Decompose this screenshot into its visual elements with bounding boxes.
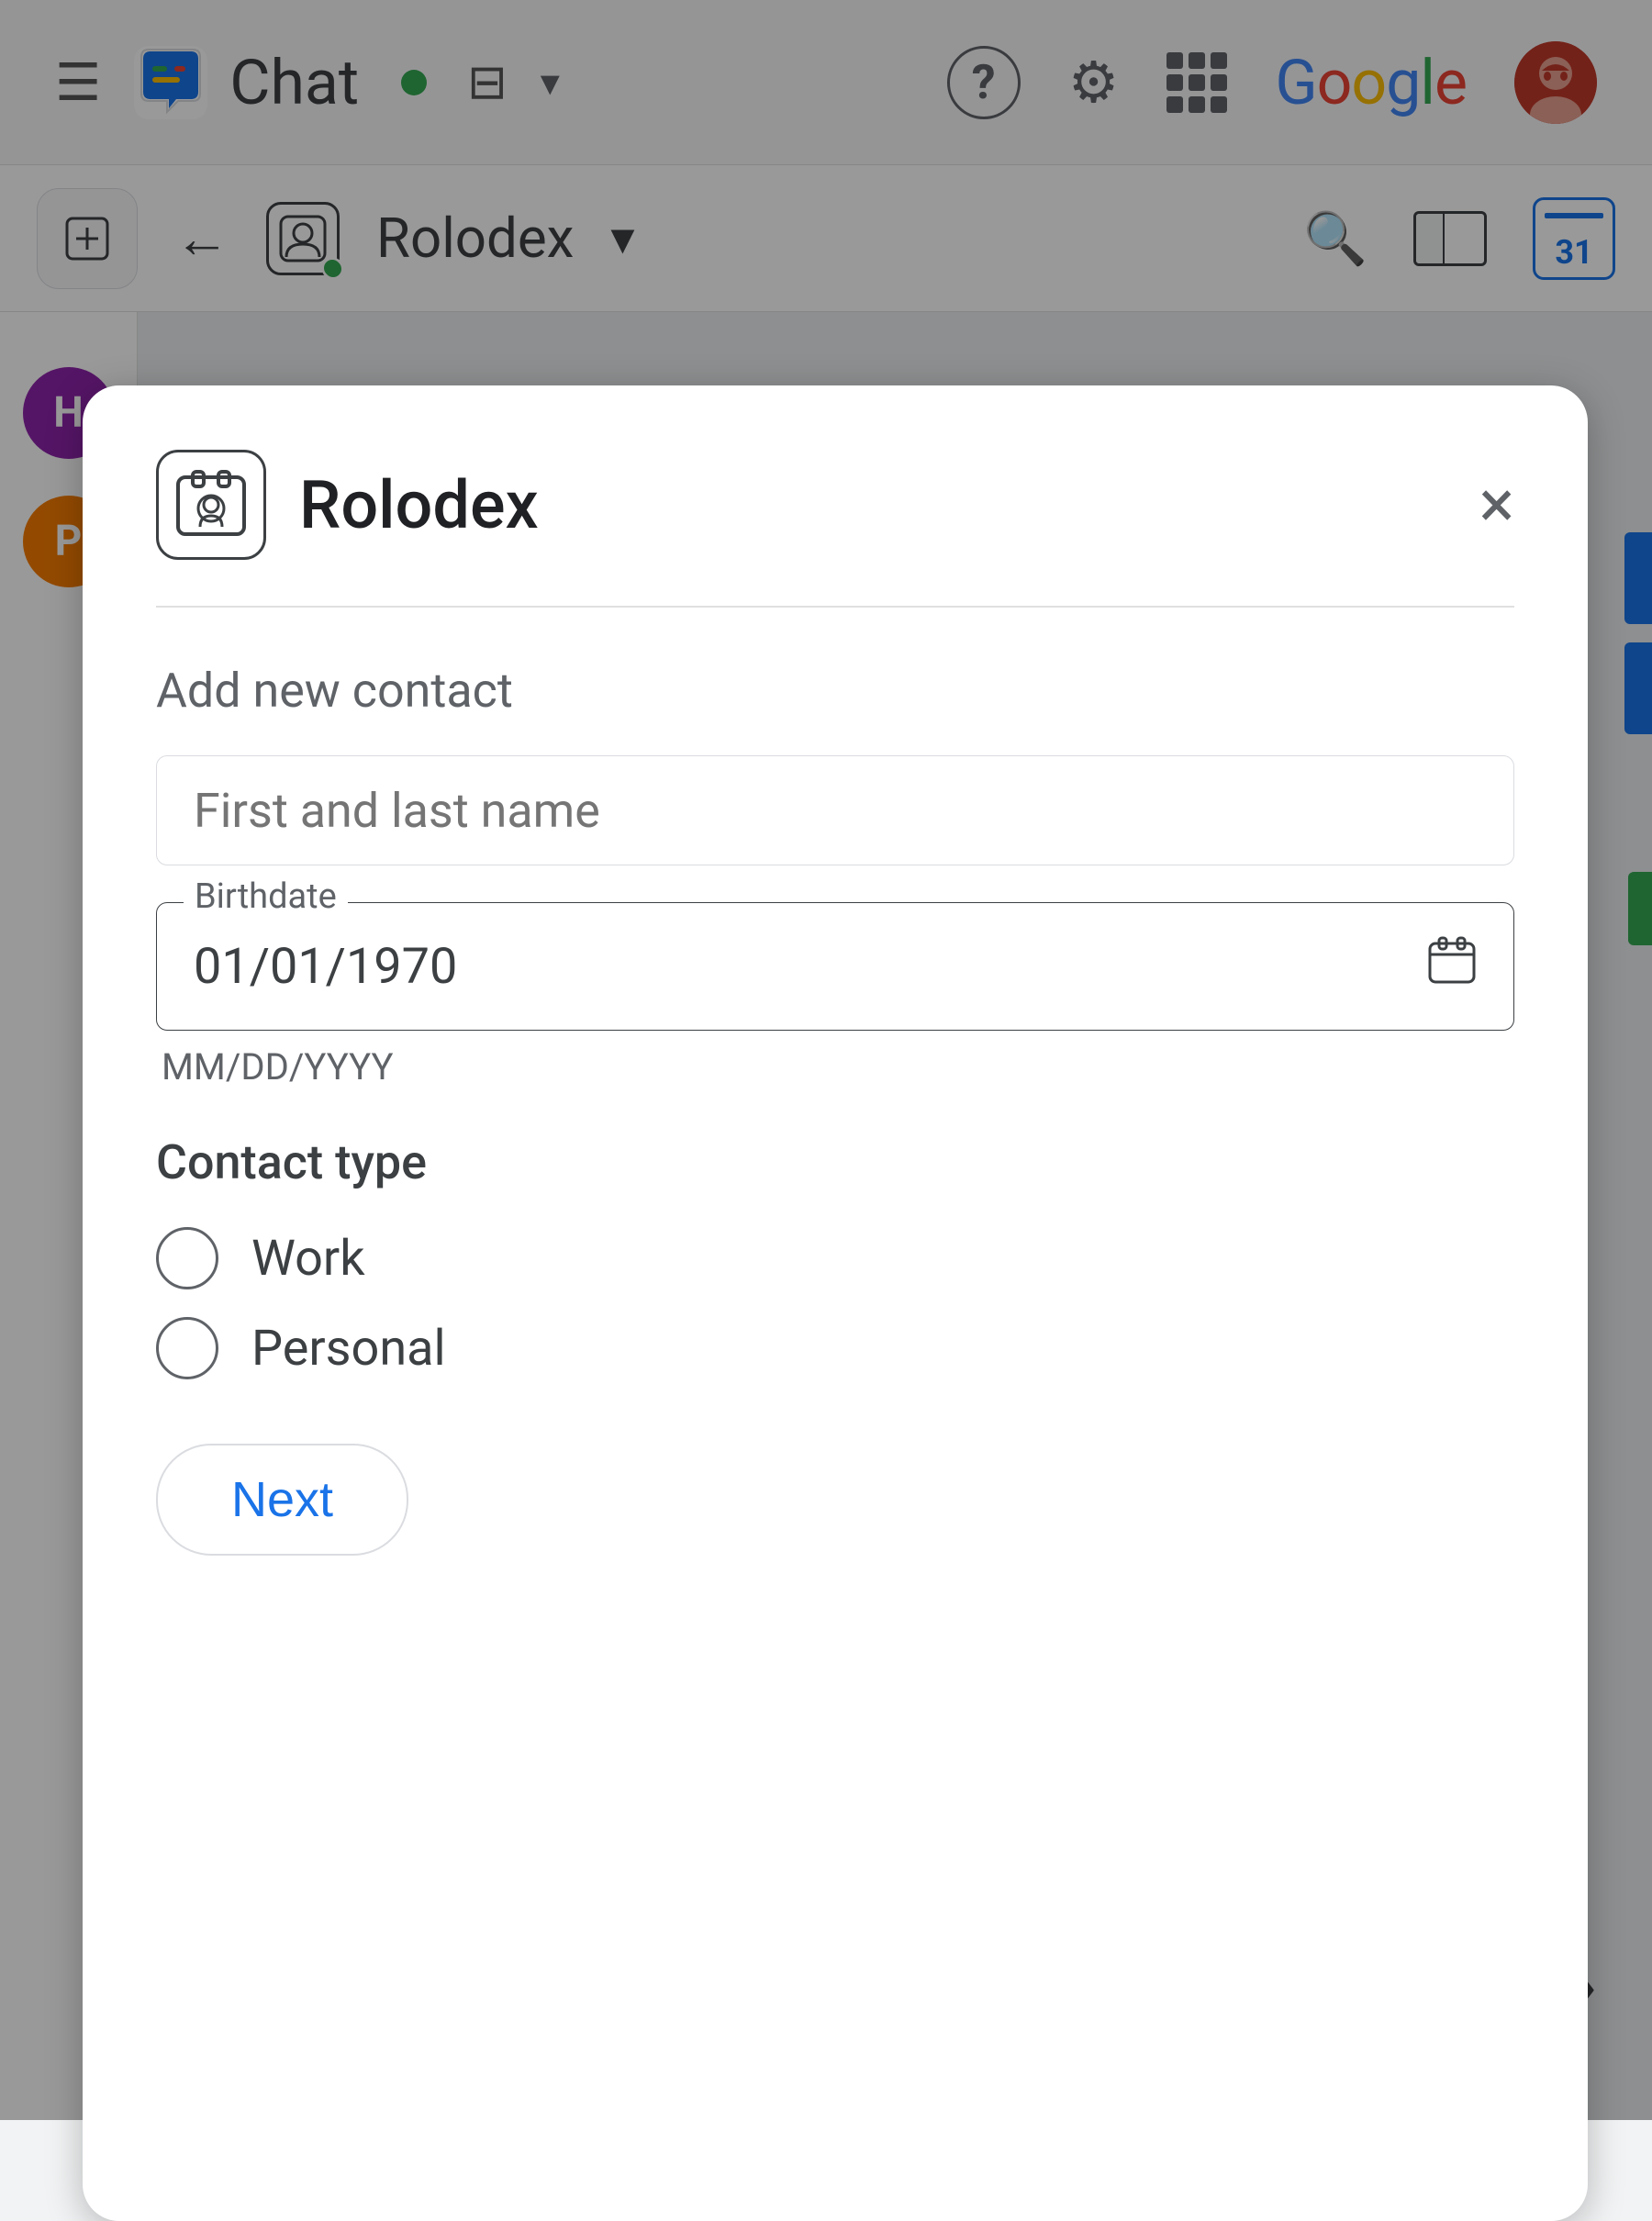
modal-divider: [156, 606, 1514, 608]
birthdate-input[interactable]: 01/01/1970: [156, 902, 1514, 1031]
contact-type-label: Contact type: [156, 1134, 1514, 1190]
birthdate-format-hint: MM/DD/YYYY: [162, 1045, 1514, 1088]
modal-header: Rolodex ×: [156, 450, 1514, 560]
calendar-picker-icon[interactable]: [1427, 935, 1477, 998]
birthdate-label: Birthdate: [184, 876, 348, 917]
add-contact-section-title: Add new contact: [156, 663, 1514, 719]
contact-type-radio-group: Work Personal: [156, 1227, 1514, 1379]
next-button[interactable]: Next: [156, 1444, 408, 1556]
modal-app-icon: [156, 450, 266, 560]
birthdate-container: Birthdate 01/01/1970: [156, 902, 1514, 1031]
birthdate-value: 01/01/1970: [194, 938, 1427, 996]
radio-label-work: Work: [251, 1230, 365, 1288]
name-input[interactable]: [156, 755, 1514, 865]
rolodex-modal: Rolodex × Add new contact Birthdate 01/0…: [83, 385, 1588, 2221]
modal-close-button[interactable]: ×: [1479, 472, 1514, 538]
radio-item-work[interactable]: Work: [156, 1227, 1514, 1289]
radio-button-work[interactable]: [156, 1227, 218, 1289]
radio-button-personal[interactable]: [156, 1317, 218, 1379]
radio-label-personal: Personal: [251, 1320, 446, 1378]
radio-item-personal[interactable]: Personal: [156, 1317, 1514, 1379]
modal-title: Rolodex: [299, 466, 1479, 544]
